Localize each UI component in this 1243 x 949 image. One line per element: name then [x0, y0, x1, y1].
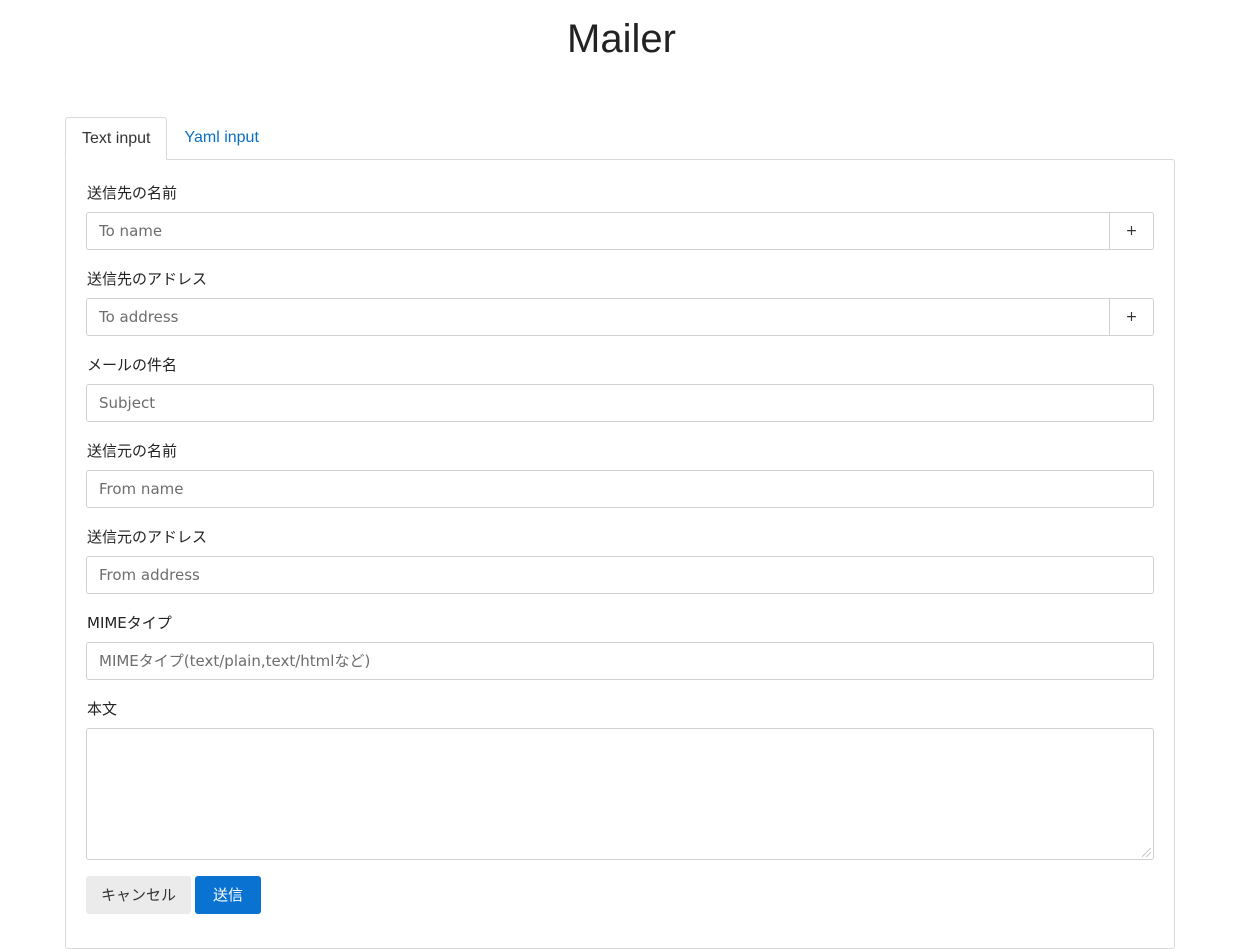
subject-label: メールの件名 [87, 356, 178, 374]
resize-grip-icon[interactable] [1142, 848, 1151, 857]
from-address-label: 送信元のアドレス [87, 528, 208, 546]
to-name-label: 送信先の名前 [87, 184, 178, 202]
body-label: 本文 [87, 700, 118, 718]
to-address-input[interactable] [87, 299, 1111, 335]
text-input-panel: 送信先の名前 + 送信先のアドレス + メールの件名 送信元の名前 送信元のアド… [65, 159, 1175, 949]
cancel-button[interactable]: キャンセル [86, 876, 191, 914]
mime-type-label: MIMEタイプ [87, 614, 172, 632]
tab-yaml-input[interactable]: Yaml input [167, 117, 274, 159]
subject-input[interactable] [87, 385, 1153, 421]
from-name-input[interactable] [87, 471, 1153, 507]
mime-type-input[interactable] [87, 643, 1153, 679]
to-address-group: + [86, 298, 1154, 336]
submit-button[interactable]: 送信 [195, 876, 261, 914]
add-to-address-button[interactable]: + [1109, 299, 1153, 335]
from-name-field [86, 470, 1154, 508]
page-title: Mailer [567, 17, 676, 61]
from-address-field [86, 556, 1154, 594]
from-name-label: 送信元の名前 [87, 442, 178, 460]
subject-field [86, 384, 1154, 422]
from-address-input[interactable] [87, 557, 1153, 593]
mime-type-field [86, 642, 1154, 680]
body-field [86, 728, 1154, 860]
to-name-input[interactable] [87, 213, 1111, 249]
tab-text-input[interactable]: Text input [65, 117, 168, 160]
to-name-group: + [86, 212, 1154, 250]
tab-bar: Text input Yaml input [65, 117, 275, 160]
to-address-label: 送信先のアドレス [87, 270, 208, 288]
add-to-name-button[interactable]: + [1109, 213, 1153, 249]
body-textarea[interactable] [87, 729, 1153, 859]
